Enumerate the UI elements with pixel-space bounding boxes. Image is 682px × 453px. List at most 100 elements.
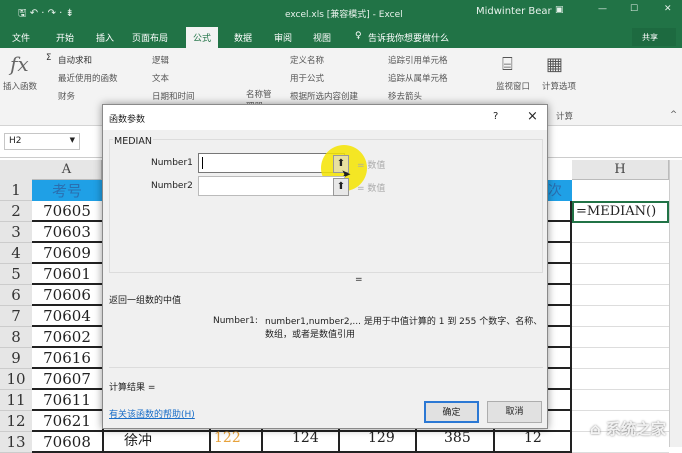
tab-data[interactable]: 数据 — [234, 31, 252, 44]
tab-view[interactable]: 视图 — [313, 31, 331, 44]
text-button[interactable]: 文本 — [152, 72, 169, 84]
cell-h[interactable] — [572, 348, 669, 369]
row-header[interactable]: 10 — [0, 369, 32, 390]
row-header[interactable]: 1 — [0, 180, 32, 201]
help-button[interactable]: ? — [493, 111, 498, 122]
insert-function-button[interactable]: 插入函数 — [3, 80, 37, 92]
cell-a1[interactable]: 考号 — [32, 180, 102, 201]
user-name[interactable]: Midwinter Bear — [476, 6, 552, 17]
watch-window-button[interactable]: 监视窗口 — [496, 80, 530, 92]
cell-g13[interactable]: 12 — [524, 430, 542, 446]
ribbon-tabs: 文件 开始 插入 页面布局 公式 数据 审阅 视图 ♀ 告诉我你想要做什么 共享 — [0, 25, 682, 48]
create-from-selection-button[interactable]: 根据所选内容创建 — [290, 90, 358, 102]
autosum-button[interactable]: 自动求和 — [58, 54, 92, 66]
quick-access-toolbar[interactable]: 🖫 ↶ · ↷ · ⇟ — [18, 6, 74, 23]
cell-a[interactable]: 70605 — [32, 201, 104, 222]
collapse-ribbon-icon[interactable]: ^ — [670, 110, 677, 120]
cell-a[interactable]: 70602 — [32, 327, 104, 348]
cell-a[interactable]: 70604 — [32, 306, 104, 327]
row-header[interactable]: 8 — [0, 327, 32, 348]
number1-value: = 数值 — [357, 161, 386, 171]
cell-b13[interactable]: 徐冲 — [124, 430, 152, 450]
cell-h[interactable] — [572, 327, 669, 348]
calc-result: 计算结果 = — [109, 383, 156, 393]
dialog-close-button[interactable]: × — [527, 109, 538, 124]
tab-home[interactable]: 开始 — [56, 31, 74, 44]
use-in-formula-button[interactable]: 用于公式 — [290, 72, 324, 84]
ribbon-display-icon[interactable]: ▣ — [555, 5, 564, 15]
recent-functions-button[interactable]: 最近使用的函数 — [58, 72, 118, 84]
calc-options-button[interactable]: 计算选项 — [542, 80, 576, 92]
number1-label: Number1 — [151, 158, 193, 168]
number2-input[interactable] — [198, 176, 345, 196]
help-link[interactable]: 有关该函数的帮助(H) — [109, 407, 195, 420]
cell-h2-active[interactable]: =MEDIAN() — [572, 201, 669, 223]
cell-a[interactable]: 70607 — [32, 369, 104, 390]
cell-d13[interactable]: 124 — [292, 430, 319, 446]
number2-collapse-button[interactable]: ⬆ — [333, 178, 349, 196]
define-name-button[interactable]: 定义名称 — [290, 54, 324, 66]
collapse-dialog-icon: ⬆ — [336, 181, 346, 192]
cell-e13[interactable]: 129 — [368, 430, 395, 446]
tab-insert[interactable]: 插入 — [96, 31, 114, 44]
share-button[interactable]: 共享 — [632, 28, 676, 46]
maximize-button[interactable]: ☐ — [630, 4, 638, 14]
cell-a[interactable]: 70616 — [32, 348, 104, 369]
cell-h[interactable] — [572, 264, 669, 285]
close-button[interactable]: ✕ — [664, 4, 672, 14]
cell-a[interactable]: 70603 — [32, 222, 104, 243]
vertical-scrollbar[interactable] — [669, 160, 682, 447]
cell-a[interactable]: 70621 — [32, 411, 104, 432]
row-header[interactable]: 13 — [0, 432, 32, 453]
cell-h[interactable] — [572, 222, 669, 243]
cancel-button[interactable]: 取消 — [487, 401, 542, 423]
cell-g1[interactable]: 次 — [548, 180, 572, 201]
select-all-corner[interactable] — [0, 160, 32, 180]
cell-a[interactable]: 70601 — [32, 264, 104, 285]
row-header[interactable]: 12 — [0, 411, 32, 432]
cell-a[interactable]: 70608 — [32, 432, 104, 453]
chevron-down-icon[interactable]: ▼ — [70, 136, 75, 144]
row-header[interactable]: 6 — [0, 285, 32, 306]
calculator-icon: ▦ — [546, 54, 564, 75]
row-header[interactable]: 7 — [0, 306, 32, 327]
row-header[interactable]: 2 — [0, 201, 32, 222]
trace-precedents-button[interactable]: 追踪引用单元格 — [388, 54, 448, 66]
cell-f13[interactable]: 385 — [444, 430, 471, 446]
row-header[interactable]: 5 — [0, 264, 32, 285]
result-equals: = — [355, 275, 363, 285]
datetime-button[interactable]: 日期和时间 — [152, 90, 195, 102]
row-header[interactable]: 4 — [0, 243, 32, 264]
remove-arrows-button[interactable]: 移去箭头 — [388, 90, 422, 102]
logical-button[interactable]: 逻辑 — [152, 54, 169, 66]
cell-a[interactable]: 70606 — [32, 285, 104, 306]
cell-h[interactable] — [572, 369, 669, 390]
cell-c13[interactable]: 122 — [214, 430, 241, 446]
row-header[interactable]: 9 — [0, 348, 32, 369]
cell-a[interactable]: 70609 — [32, 243, 104, 264]
column-header-a[interactable]: A — [32, 160, 102, 180]
calc-group-label: 计算 — [556, 112, 574, 122]
cell-h[interactable] — [572, 285, 669, 306]
dialog-title-bar[interactable]: 函数参数 ? × — [103, 105, 547, 130]
name-box[interactable]: H2 ▼ — [4, 133, 80, 150]
cell-h[interactable] — [572, 243, 669, 264]
minimize-button[interactable]: — — [598, 4, 607, 14]
tell-me-search[interactable]: 告诉我你想要做什么 — [368, 31, 449, 44]
column-header-h[interactable]: H — [572, 160, 669, 180]
tab-review[interactable]: 审阅 — [274, 31, 292, 44]
ok-button[interactable]: 确定 — [424, 401, 479, 423]
trace-dependents-button[interactable]: 追踪从属单元格 — [388, 72, 448, 84]
cell-h[interactable] — [572, 390, 669, 411]
row-header[interactable]: 11 — [0, 390, 32, 411]
cell-a[interactable]: 70611 — [32, 390, 104, 411]
cell-h[interactable] — [572, 306, 669, 327]
financial-button[interactable]: 财务 — [58, 90, 75, 102]
sigma-icon: Σ — [46, 53, 52, 63]
text-cursor — [202, 157, 203, 169]
row-header[interactable]: 3 — [0, 222, 32, 243]
tab-formulas[interactable]: 公式 — [186, 27, 219, 48]
watch-window-icon: ⌸ — [502, 54, 513, 75]
tab-file[interactable]: 文件 — [12, 31, 30, 44]
tab-page-layout[interactable]: 页面布局 — [132, 31, 168, 44]
